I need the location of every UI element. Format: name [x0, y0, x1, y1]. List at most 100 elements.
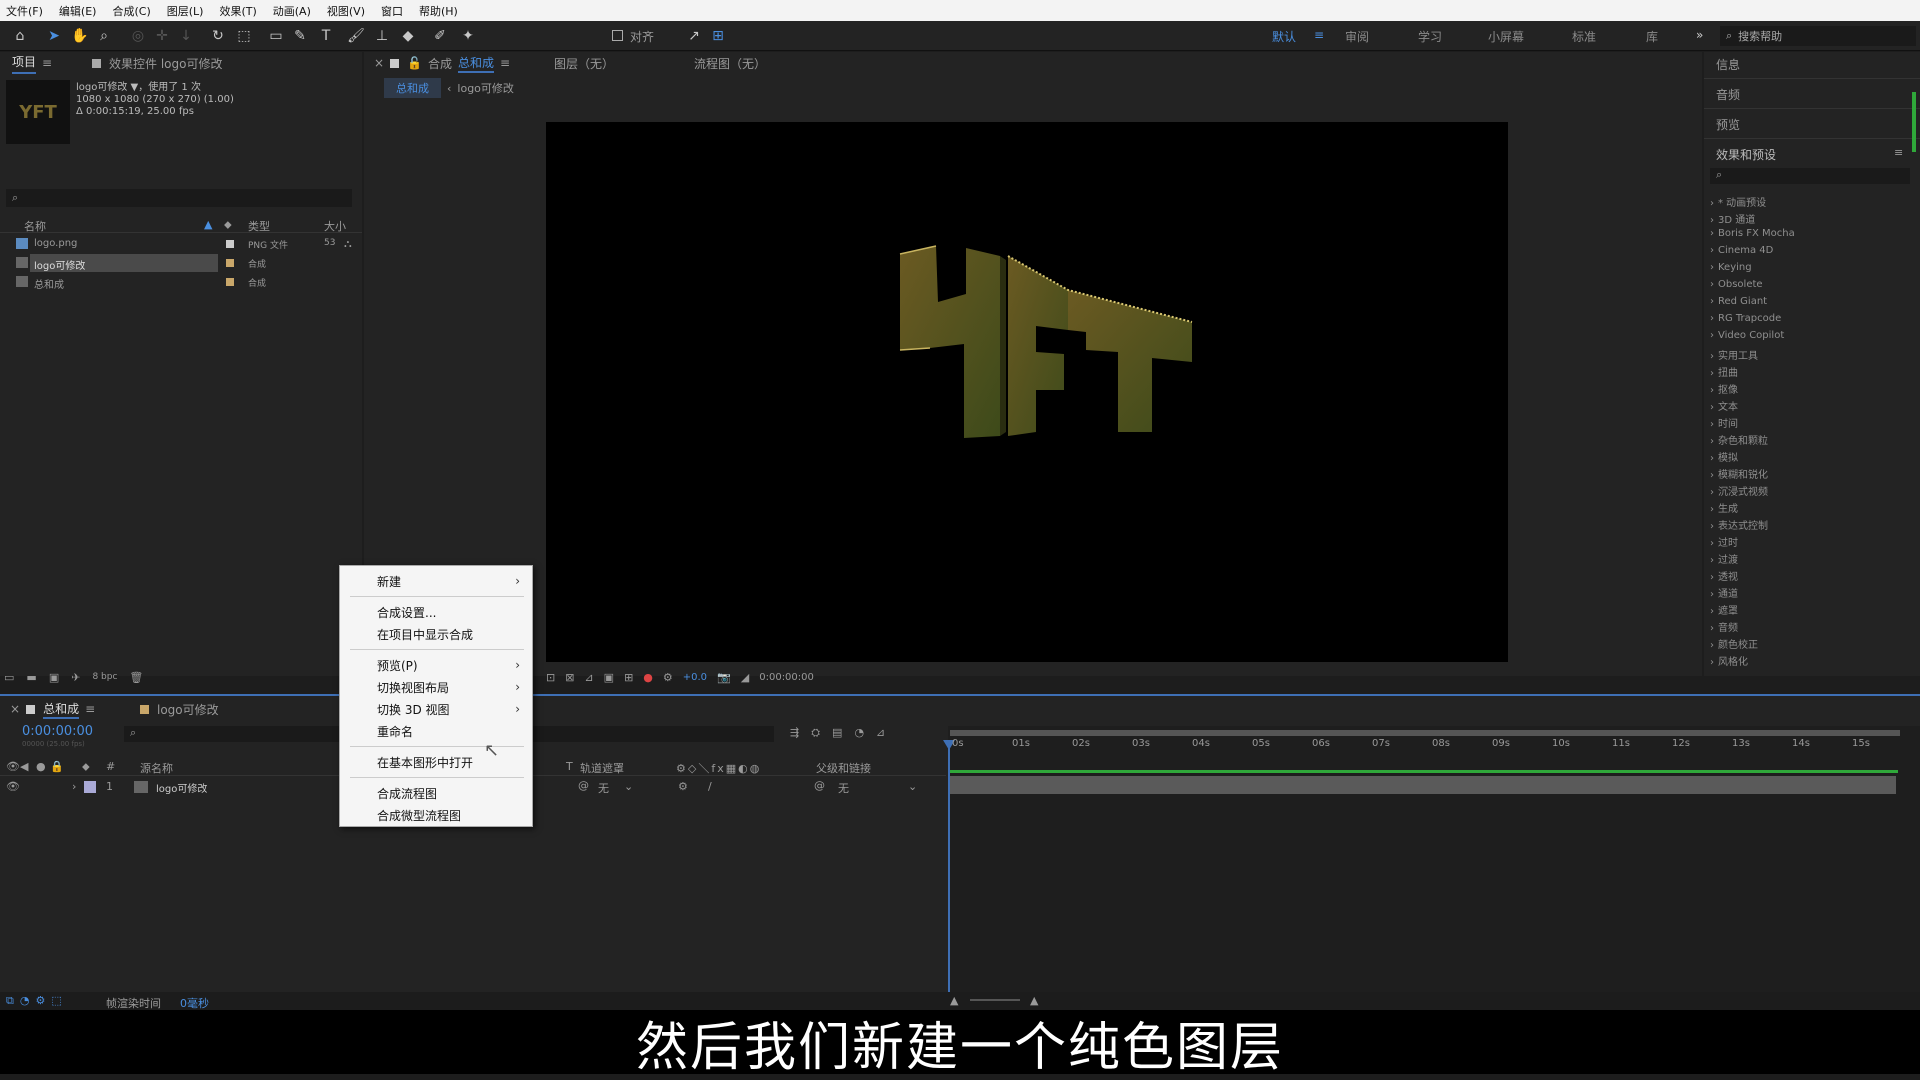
zoom-tool-icon[interactable]: ⌕	[94, 26, 114, 46]
close-icon[interactable]: ×	[10, 702, 20, 716]
shy-switch-icon[interactable]: ⚙	[678, 780, 688, 793]
context-menu-item[interactable]: 新建 ›	[340, 570, 534, 592]
timeline-tab[interactable]: × 总和成 ≡	[10, 698, 95, 720]
context-menu-item[interactable]: 合成流程图	[340, 782, 534, 804]
workspace-small-screen[interactable]: 小屏幕	[1488, 28, 1524, 45]
col-name[interactable]: 名称	[24, 218, 46, 234]
col-parent-link[interactable]: 父级和链接	[816, 760, 871, 776]
selection-tool-icon[interactable]: ➤	[44, 26, 64, 46]
effects-category-item[interactable]: › 时间	[1710, 415, 1738, 430]
project-item-row[interactable]: logo.png PNG 文件 53 ⛬	[0, 235, 362, 253]
show-snapshot-icon[interactable]: ◢	[741, 671, 749, 684]
align-checkbox[interactable]	[612, 30, 623, 41]
bit-depth-button[interactable]: 8 bpc	[92, 672, 117, 682]
col-type[interactable]: 类型	[248, 218, 270, 234]
mask-view-icon[interactable]: ⊿	[584, 671, 593, 684]
more-workspaces-icon[interactable]: »	[1696, 28, 1703, 42]
composition-tab[interactable]: × 🔓 合成 总和成 ≡	[374, 52, 510, 74]
effects-category-item[interactable]: › 生成	[1710, 500, 1738, 515]
anchor-tool-icon[interactable]: ⬚	[234, 26, 254, 46]
roto-brush-icon[interactable]: ✐	[430, 26, 450, 46]
workspace-default[interactable]: 默认	[1272, 28, 1296, 45]
context-menu-item[interactable]: 合成微型流程图	[340, 804, 534, 826]
effects-category-item[interactable]: › 实用工具	[1710, 347, 1758, 362]
motion-blur-icon[interactable]: ◔	[854, 726, 864, 740]
workspace-menu-icon[interactable]: ≡	[1314, 28, 1324, 42]
composition-canvas[interactable]	[546, 122, 1508, 662]
effects-category-item[interactable]: › 风格化	[1710, 653, 1748, 668]
timeline-tab[interactable]: logo可修改	[140, 698, 219, 720]
effects-category-item[interactable]: › * 动画预设	[1710, 194, 1766, 209]
project-tab[interactable]: 项目 ≡	[12, 52, 52, 74]
resolution-icon[interactable]: ▣	[604, 671, 614, 684]
audio-panel-tab[interactable]: 音频	[1716, 86, 1740, 103]
project-item-row[interactable]: logo可修改 合成	[0, 254, 362, 272]
interpret-footage-icon[interactable]: ▭	[4, 671, 14, 684]
breadcrumb-item[interactable]: logo可修改	[457, 80, 514, 96]
effects-search[interactable]: ⌕	[1710, 168, 1910, 184]
render-queue-icon[interactable]: ✈	[71, 671, 80, 684]
effects-category-item[interactable]: › 通道	[1710, 585, 1738, 600]
menu-edit[interactable]: 编辑(E)	[59, 3, 97, 19]
context-menu-item[interactable]: 重命名	[340, 720, 534, 742]
effect-controls-tab[interactable]: 效果控件 logo可修改	[92, 52, 222, 74]
effects-category-item[interactable]: › 透视	[1710, 568, 1738, 583]
layer-tab[interactable]: 图层（无）	[554, 52, 614, 74]
col-source-name[interactable]: 源名称	[140, 760, 173, 776]
breadcrumb-item[interactable]: 总和成	[384, 78, 441, 98]
current-time-indicator[interactable]	[948, 742, 950, 1010]
zoom-slider[interactable]	[970, 999, 1020, 1001]
trash-icon[interactable]: 🗑	[129, 671, 143, 684]
panel-menu-icon[interactable]: ≡	[500, 56, 510, 70]
panel-menu-icon[interactable]: ≡	[42, 56, 52, 70]
home-icon[interactable]: ⌂	[10, 26, 30, 46]
snap-icon[interactable]: ↗	[684, 26, 704, 46]
col-size[interactable]: 大小	[324, 218, 346, 234]
workspace-review[interactable]: 审阅	[1345, 28, 1369, 45]
shy-icon[interactable]: ⛭	[811, 726, 820, 740]
current-time[interactable]: 0:00:00:00	[22, 724, 93, 739]
work-area-bar[interactable]	[950, 730, 1900, 736]
menu-help[interactable]: 帮助(H)	[419, 3, 458, 19]
parent-pickwhip-icon[interactable]: @	[814, 779, 825, 792]
orbit-tool-icon[interactable]: ◎	[128, 26, 148, 46]
flowchart-tab[interactable]: 流程图（无）	[694, 52, 766, 74]
context-menu-item[interactable]: 切换 3D 视图 ›	[340, 698, 534, 720]
expand-icon[interactable]: ›	[72, 780, 76, 793]
effects-category-item[interactable]: › 模糊和锐化	[1710, 466, 1768, 481]
panel-menu-icon[interactable]: ≡	[1894, 146, 1903, 159]
effects-category-item[interactable]: › Obsolete	[1710, 279, 1763, 290]
menu-file[interactable]: 文件(F)	[6, 3, 43, 19]
status-icons[interactable]: ⧉◔⚙⬚	[6, 994, 68, 1008]
effects-category-item[interactable]: › 抠像	[1710, 381, 1738, 396]
effects-category-item[interactable]: › 杂色和颗粒	[1710, 432, 1768, 447]
effects-category-item[interactable]: › Red Giant	[1710, 296, 1767, 307]
effects-category-item[interactable]: › 文本	[1710, 398, 1738, 413]
pickwhip-icon[interactable]: @	[578, 779, 589, 792]
menu-animation[interactable]: 动画(A)	[273, 3, 311, 19]
workspace-library[interactable]: 库	[1646, 28, 1658, 45]
exposure-value[interactable]: +0.0	[683, 672, 707, 683]
effects-category-item[interactable]: › 过渡	[1710, 551, 1738, 566]
grid-snap-icon[interactable]: ⊞	[708, 26, 728, 46]
menu-composition[interactable]: 合成(C)	[112, 3, 150, 19]
channel-icon[interactable]: ●	[643, 671, 653, 684]
workspace-standard[interactable]: 标准	[1572, 28, 1596, 45]
effects-category-item[interactable]: › Cinema 4D	[1710, 245, 1773, 256]
context-menu-item[interactable]: 在项目中显示合成	[340, 623, 534, 645]
effects-category-item[interactable]: › 颜色校正	[1710, 636, 1758, 651]
comp-flowchart-icon[interactable]: ⇶	[790, 726, 799, 740]
brush-tool-icon[interactable]: 🖌	[346, 26, 366, 46]
effects-category-item[interactable]: › 音频	[1710, 619, 1738, 634]
panel-menu-icon[interactable]: ≡	[85, 702, 95, 716]
new-composition-icon[interactable]: ▣	[49, 671, 59, 684]
viewer-timecode[interactable]: 0:00:00:00	[759, 672, 814, 683]
clone-stamp-icon[interactable]: ⊥	[372, 26, 392, 46]
frame-blend-icon[interactable]: ▤	[832, 726, 842, 740]
eraser-tool-icon[interactable]: ◆	[398, 26, 418, 46]
effects-category-item[interactable]: › Video Copilot	[1710, 330, 1784, 341]
effects-category-item[interactable]: › Boris FX Mocha	[1710, 228, 1795, 239]
timeline-graph-area[interactable]	[948, 726, 1920, 1010]
project-search[interactable]: ⌕	[6, 189, 352, 207]
layer-name[interactable]: logo可修改	[156, 780, 207, 795]
